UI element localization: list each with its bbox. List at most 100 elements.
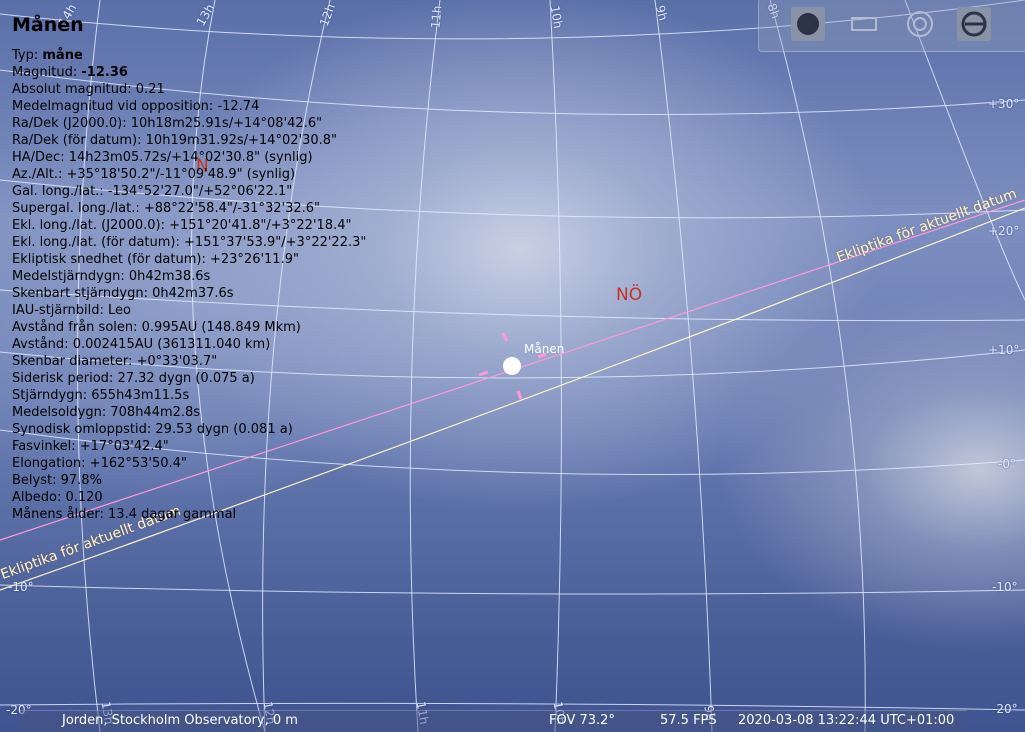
dec-label-zero: -0° (998, 457, 1016, 471)
dec-label-plus10: +10° (988, 343, 1020, 357)
info-label: Ekliptisk snedhet (för datum): (12, 252, 206, 267)
cardinal-northeast: NÖ (616, 285, 643, 305)
dec-label-plus20: +20° (988, 224, 1020, 238)
info-label: Avstånd från solen: (12, 320, 138, 335)
info-row: Medelsoldygn: 708h44m2.8s (12, 404, 366, 421)
info-value: +151°20'41.8"/+3°22'18.4" (169, 218, 352, 233)
info-row: Skenbar diameter: +0°33'03.7" (12, 353, 366, 370)
info-row: Avstånd: 0.002415AU (361311.040 km) (12, 336, 366, 353)
info-row: Synodisk omloppstid: 29.53 dygn (0.081 a… (12, 421, 366, 438)
info-row: Medelstjärndygn: 0h42m38.6s (12, 268, 366, 285)
status-fov: FOV 73.2° (549, 713, 615, 728)
info-label: IAU-stjärnbild: (12, 303, 104, 318)
info-value: -12.36 (81, 65, 128, 80)
target-icon[interactable] (903, 7, 937, 41)
info-row: Magnitud: -12.36 (12, 64, 366, 81)
status-location[interactable]: Jorden, Stockholm Observatory, 0 m (62, 710, 298, 732)
info-value: -12.74 (217, 99, 260, 114)
info-label: Magnitud: (12, 65, 78, 80)
object-info-rows: Typ: måne Magnitud: -12.36 Absolut magnitu… (12, 47, 366, 523)
info-value: 0.002415AU (361311.040 km) (72, 337, 271, 352)
info-value: 655h43m11.5s (91, 388, 190, 403)
info-label: Medelmagnitud vid opposition: (12, 99, 214, 114)
info-label: Ekl. long./lat. (för datum): (12, 235, 180, 250)
info-row: Albedo: 0.120 (12, 489, 366, 506)
info-value: 27.32 dygn (0.075 a) (117, 371, 255, 386)
info-row: Skenbart stjärndygn: 0h42m37.6s (12, 285, 366, 302)
info-label: Siderisk period: (12, 371, 114, 386)
info-label: HA/Dec: (12, 150, 65, 165)
info-label: Fasvinkel: (12, 439, 76, 454)
info-row: Månens ålder: 13.4 dagar gammal (12, 506, 366, 523)
info-value: 10h19m31.92s/+14°02'30.8" (145, 133, 337, 148)
ra-label-11h: 11h (428, 4, 445, 30)
info-row: Elongation: +162°53'50.4" (12, 455, 366, 472)
info-label: Typ: (12, 48, 39, 63)
dec-label-minus10-left: -10° (8, 580, 34, 594)
info-value: måne (42, 48, 83, 63)
info-row: Stjärndygn: 655h43m11.5s (12, 387, 366, 404)
info-label: Ekl. long./lat. (J2000.0): (12, 218, 165, 233)
info-value: +88°22'58.4"/-31°32'32.6" (143, 201, 320, 216)
status-bar: Jorden, Stockholm Observatory, 0 m FOV 7… (0, 710, 1025, 732)
info-row: Ekliptisk snedhet (för datum): +23°26'11… (12, 251, 366, 268)
moon-disk (503, 357, 521, 375)
info-label: Avstånd: (12, 337, 69, 352)
info-row: Ekl. long./lat. (för datum): +151°37'53.… (12, 234, 366, 251)
dec-line-m10 (0, 584, 1025, 595)
dec-line-m20 (0, 702, 1025, 711)
info-value: 0h42m38.6s (128, 269, 211, 284)
info-value: Leo (108, 303, 131, 318)
info-row: Siderisk period: 27.32 dygn (0.075 a) (12, 370, 366, 387)
info-label: Synodisk omloppstid: (12, 422, 152, 437)
info-value: 14h23m05.72s/+14°02'30.8" (synlig) (68, 150, 313, 165)
info-row: Belyst: 97.8% (12, 472, 366, 489)
info-row: HA/Dec: 14h23m05.72s/+14°02'30.8" (synli… (12, 149, 366, 166)
info-value: 13.4 dagar gammal (108, 507, 237, 522)
info-value: +151°37'53.9"/+3°22'22.3" (184, 235, 367, 250)
info-value: 708h44m2.8s (110, 405, 201, 420)
info-row: Ra/Dek (J2000.0): 10h18m25.91s/+14°08'42… (12, 115, 366, 132)
info-value: 0.995AU (148.849 Mkm) (141, 320, 301, 335)
rectangle-icon[interactable] (847, 7, 881, 41)
status-datetime[interactable]: 2020-03-08 13:22:44 UTC+01:00 (738, 710, 954, 732)
info-value: +17°03'42.4" (79, 439, 169, 454)
info-label: Månens ålder: (12, 507, 104, 522)
info-label: Gal. long./lat.: (12, 184, 104, 199)
info-value: 0.120 (65, 490, 103, 505)
info-label: Supergal. long./lat.: (12, 201, 140, 216)
info-row: Ra/Dek (för datum): 10h19m31.92s/+14°02'… (12, 132, 366, 149)
info-row: IAU-stjärnbild: Leo (12, 302, 366, 319)
info-value: 10h18m25.91s/+14°08'42.6" (130, 116, 323, 131)
info-label: Stjärndygn: (12, 388, 88, 403)
telescope-icon[interactable] (957, 7, 991, 41)
info-value: +35°18'50.2"/-11°09'48.9" (synlig) (66, 167, 296, 182)
info-label: Elongation: (12, 456, 86, 471)
info-label: Albedo: (12, 490, 62, 505)
planet-disk-icon[interactable] (791, 7, 825, 41)
info-value: 0h42m37.6s (152, 286, 234, 301)
info-label: Medelsoldygn: (12, 405, 107, 420)
info-row: Absolut magnitud: 0.21 (12, 81, 366, 98)
info-label: Ra/Dek (J2000.0): (12, 116, 127, 131)
info-value: 0.21 (135, 82, 165, 97)
top-right-toolbar (758, 0, 1025, 52)
info-row: Gal. long./lat.: -134°52'27.0"/+52°06'22… (12, 183, 366, 200)
moon-label[interactable]: Månen (524, 342, 564, 356)
info-row: Ekl. long./lat. (J2000.0): +151°20'41.8"… (12, 217, 366, 234)
dec-label-minus10-right: -10° (992, 580, 1018, 594)
info-row: Avstånd från solen: 0.995AU (148.849 Mkm… (12, 319, 366, 336)
object-info-panel: Månen Typ: måne Magnitud: -12.36 Absolut m… (12, 12, 366, 523)
info-row: Az./Alt.: +35°18'50.2"/-11°09'48.9" (syn… (12, 166, 366, 183)
info-value: -134°52'27.0"/+52°06'22.1" (107, 184, 293, 199)
info-value: +23°26'11.9" (209, 252, 299, 267)
info-label: Absolut magnitud: (12, 82, 132, 97)
ra-line-10h (549, 0, 562, 732)
info-row: Supergal. long./lat.: +88°22'58.4"/-31°3… (12, 200, 366, 217)
info-label: Skenbar diameter: (12, 354, 133, 369)
info-row: Medelmagnitud vid opposition: -12.74 (12, 98, 366, 115)
info-label: Medelstjärndygn: (12, 269, 125, 284)
info-value: +0°33'03.7" (136, 354, 218, 369)
info-value: +162°53'50.4" (89, 456, 187, 471)
info-label: Belyst: (12, 473, 57, 488)
